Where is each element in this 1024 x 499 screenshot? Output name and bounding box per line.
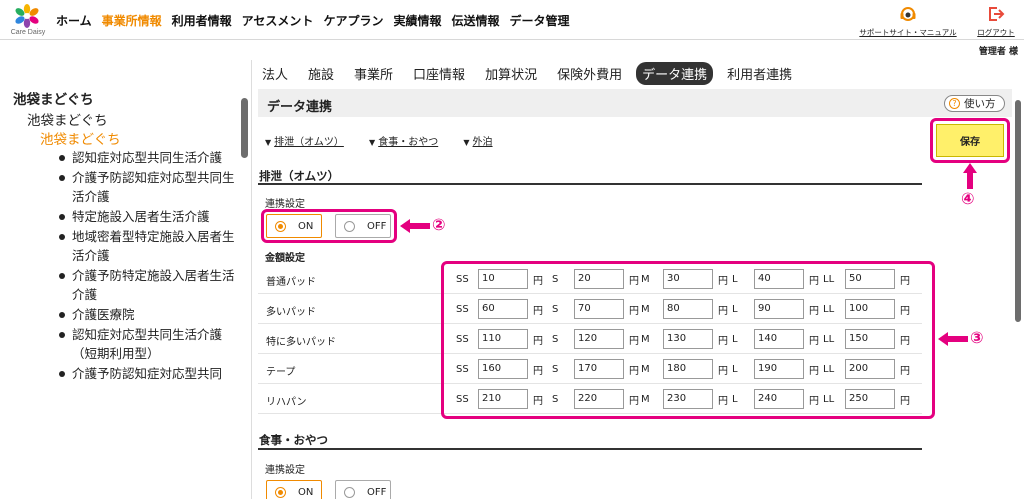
highlight-frame-save [930, 118, 1010, 163]
section-title: データ連携 [267, 100, 333, 115]
arrow-up-icon [963, 163, 977, 189]
pad-type-label: 普通パッド [266, 277, 316, 288]
arrow-left-icon [400, 219, 430, 233]
anchor-excretion[interactable]: ▼ 排泄（オムツ） [265, 137, 344, 148]
service-list: 認知症対応型共同生活介護 介護予防認知症対応型共同生活介護 特定施設入居者生活介… [59, 148, 238, 384]
anchor-links: ▼ 排泄（オムツ） ▼ 食事・おやつ ▼ 外泊 [265, 133, 515, 148]
tab-facility[interactable]: 施設 [308, 62, 334, 85]
service-item[interactable]: 認知症対応型共同生活介護（短期利用型） [59, 325, 238, 363]
meal-radio-on[interactable]: ON [266, 480, 322, 499]
question-icon: ? [949, 98, 960, 109]
usage-label: 使い方 [964, 98, 996, 110]
meal-heading: 食事・おやつ [259, 433, 328, 447]
triangle-down-icon: ▼ [463, 138, 470, 147]
pad-type-label: 特に多いパッド [266, 337, 336, 348]
meal-radio-off[interactable]: OFF [335, 480, 391, 499]
logout-icon [989, 7, 1005, 21]
tree-facility[interactable]: 池袋まどぐち [27, 109, 108, 129]
support-link[interactable]: サポートサイト・マニュアル [855, 6, 961, 38]
nav-home[interactable]: ホーム [56, 12, 92, 29]
tree-office-selected[interactable]: 池袋まどぐち [40, 128, 121, 148]
main-scrollbar[interactable] [1015, 100, 1021, 322]
office-tree-sidebar: 池袋まどぐち 池袋まどぐち 池袋まどぐち 認知症対応型共同生活介護 介護予防認知… [0, 60, 252, 499]
logout-label: ログアウト [977, 28, 1015, 37]
daisy-logo-icon [15, 4, 39, 28]
radio-off-label: OFF [367, 486, 387, 498]
sidebar-scrollbar[interactable] [241, 98, 248, 158]
anchor-meal[interactable]: ▼ 食事・おやつ [369, 137, 438, 148]
service-item[interactable]: 認知症対応型共同生活介護 [59, 148, 238, 167]
headset-icon [900, 7, 916, 21]
tab-extra-cost[interactable]: 保険外費用 [557, 62, 622, 85]
logout-link[interactable]: ログアウト [974, 6, 1018, 38]
tab-data-link[interactable]: データ連携 [636, 61, 714, 85]
nav-records[interactable]: 実績情報 [393, 12, 441, 29]
amount-setting-label: 金額設定 [265, 253, 305, 264]
pad-type-label: テープ [266, 367, 296, 378]
section-header: データ連携 ? 使い方 [258, 89, 1012, 117]
main-content: データ連携 ? 使い方 ▼ 排泄（オムツ） ▼ 食事・おやつ ▼ 外泊 保存 排泄（オ… [252, 86, 1012, 499]
nav-careplan[interactable]: ケアプラン [323, 12, 383, 29]
radio-selected-icon [275, 486, 286, 498]
service-item[interactable]: 介護医療院 [59, 305, 238, 324]
tab-addition[interactable]: 加算状況 [485, 62, 537, 85]
radio-on-label: ON [298, 486, 314, 498]
arrow-left-icon [938, 332, 968, 346]
pad-type-label: リハパン [266, 397, 307, 408]
radio-unselected-icon [344, 486, 355, 498]
user-name: 管理者 様 [978, 47, 1018, 57]
anchor-overnight[interactable]: ▼ 外泊 [463, 137, 492, 148]
nav-data-management[interactable]: データ管理 [509, 12, 569, 29]
tab-account[interactable]: 口座情報 [413, 62, 465, 85]
excretion-heading: 排泄（オムツ） [259, 169, 340, 183]
annotation-four: ④ [961, 189, 975, 208]
triangle-down-icon: ▼ [265, 138, 272, 147]
brand-name: Care Daisy [10, 29, 46, 36]
nav-transmission[interactable]: 伝送情報 [451, 12, 499, 29]
usage-button[interactable]: ? 使い方 [944, 95, 1005, 112]
tab-user-link[interactable]: 利用者連携 [727, 62, 792, 85]
service-item[interactable]: 地域密着型特定施設入居者生活介護 [59, 227, 238, 265]
highlight-frame-amount [441, 261, 935, 419]
nav-user-info[interactable]: 利用者情報 [172, 12, 232, 29]
tab-office[interactable]: 事業所 [354, 62, 393, 85]
service-item[interactable]: 介護予防認知症対応型共同生活介護 [59, 168, 238, 206]
nav-assessment[interactable]: アセスメント [242, 12, 314, 29]
top-bar: Care Daisy ホーム 事業所情報 利用者情報 アセスメント ケアプラン … [0, 0, 1024, 40]
service-item[interactable]: 特定施設入居者生活介護 [59, 207, 238, 226]
main-nav: ホーム 事業所情報 利用者情報 アセスメント ケアプラン 実績情報 伝送情報 デ… [56, 12, 580, 29]
highlight-frame-link-setting [261, 209, 397, 243]
service-item[interactable]: 介護予防特定施設入居者生活介護 [59, 266, 238, 304]
tab-corporation[interactable]: 法人 [262, 62, 288, 85]
service-item[interactable]: 介護予防認知症対応型共同 [59, 364, 238, 383]
meal-link-setting-label: 連携設定 [265, 465, 305, 476]
triangle-down-icon: ▼ [369, 138, 376, 147]
annotation-two: ② [432, 215, 446, 234]
office-tabs: 法人 施設 事業所 口座情報 加算状況 保険外費用 データ連携 利用者連携 [252, 60, 1024, 86]
tree-root[interactable]: 池袋まどぐち [13, 88, 94, 108]
divider [258, 183, 922, 185]
link-setting-label: 連携設定 [265, 199, 305, 210]
pad-type-label: 多いパッド [266, 307, 316, 318]
nav-office-info[interactable]: 事業所情報 [102, 12, 162, 29]
divider [258, 448, 922, 450]
support-label: サポートサイト・マニュアル [859, 28, 957, 37]
care-daisy-logo[interactable]: Care Daisy [8, 4, 46, 38]
annotation-three: ③ [970, 328, 984, 347]
